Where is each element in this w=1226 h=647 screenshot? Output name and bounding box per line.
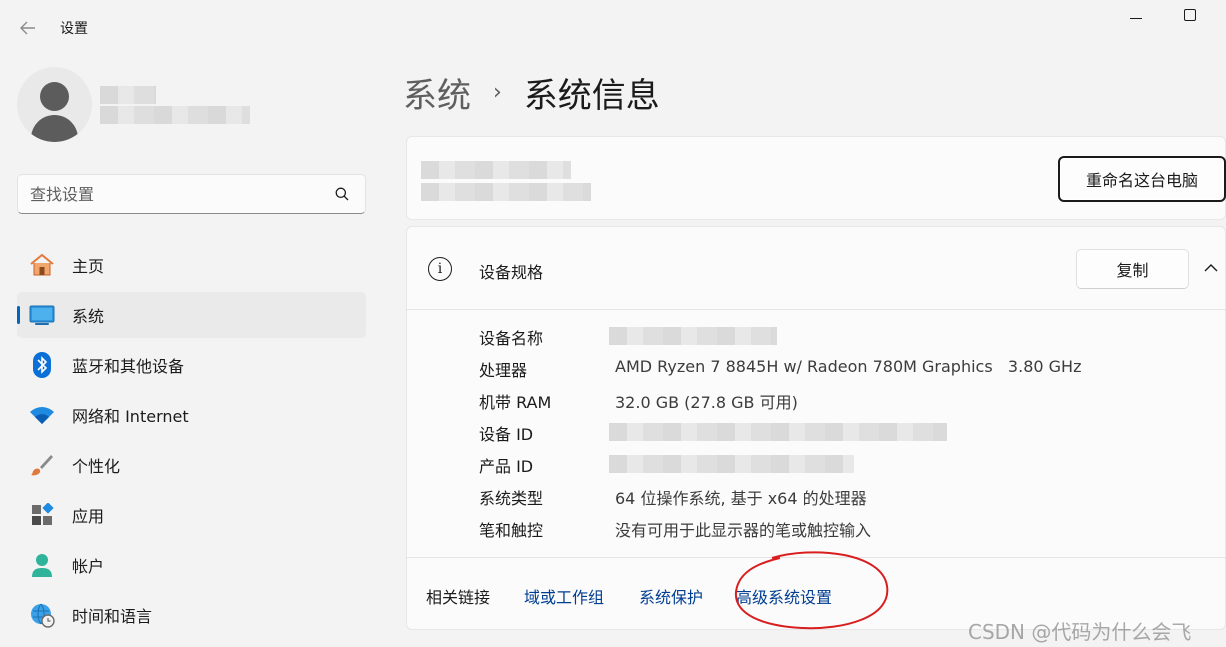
sidebar-item-label: 个性化	[72, 457, 121, 476]
search-input[interactable]	[30, 182, 330, 206]
sidebar-item-system[interactable]: 系统	[17, 292, 366, 338]
system-icon	[29, 303, 55, 327]
chevron-up-icon[interactable]	[1203, 260, 1219, 276]
pc-name-redacted	[421, 161, 571, 179]
spec-label: 系统类型	[479, 489, 544, 508]
spec-label: 设备名称	[479, 329, 544, 348]
sidebar-item-accounts[interactable]: 帐户	[17, 542, 366, 588]
minimize-icon[interactable]	[1128, 10, 1144, 26]
sidebar-item-time-language[interactable]: 时间和语言	[17, 592, 366, 638]
brush-icon	[29, 453, 55, 477]
sidebar-item-label: 网络和 Internet	[72, 407, 189, 426]
pc-model-redacted	[421, 183, 591, 201]
spec-row-processor: 处理器 AMD Ryzen 7 8845H w/ Radeon 780M Gra…	[479, 352, 1219, 384]
back-arrow-icon[interactable]	[14, 16, 42, 40]
spec-label: 处理器	[479, 361, 528, 380]
search-box[interactable]	[17, 174, 366, 214]
globe-clock-icon	[29, 603, 55, 628]
device-specs-list: 设备名称 处理器 AMD Ryzen 7 8845H w/ Radeon 780…	[479, 320, 1219, 544]
page-title: 系统信息	[523, 76, 660, 116]
spec-row-pen-touch: 笔和触控 没有可用于此显示器的笔或触控输入	[479, 512, 1219, 544]
sidebar-item-label: 主页	[72, 257, 105, 276]
title-bar: 设置	[0, 0, 1226, 56]
sidebar-item-home[interactable]: 主页	[17, 242, 366, 288]
device-specs-title: 设备规格	[479, 263, 544, 282]
watermark: CSDN @代码为什么会飞	[968, 620, 1192, 644]
sidebar-nav: 主页 系统 蓝牙和其他设备 网络和 Internet 个性化 应用 帐户 时间和…	[17, 242, 366, 642]
app-title: 设置	[60, 21, 88, 37]
wifi-icon	[29, 403, 55, 427]
sidebar-item-label: 时间和语言	[72, 607, 153, 626]
sidebar-item-bluetooth[interactable]: 蓝牙和其他设备	[17, 342, 366, 388]
spec-row-system-type: 系统类型 64 位操作系统, 基于 x64 的处理器	[479, 480, 1219, 512]
avatar-head	[40, 82, 69, 111]
rename-pc-button[interactable]: 重命名这台电脑	[1058, 156, 1226, 202]
avatar[interactable]	[17, 67, 92, 142]
advanced-system-settings-link[interactable]: 高级系统设置	[736, 584, 832, 608]
bluetooth-icon	[29, 352, 55, 378]
device-specs-header[interactable]: i 设备规格 复制	[406, 226, 1226, 310]
spec-row-product-id: 产品 ID	[479, 448, 1219, 480]
account-icon	[29, 553, 55, 577]
spec-row-device-name: 设备名称	[479, 320, 1219, 352]
spec-label: 笔和触控	[479, 521, 544, 540]
sidebar-item-label: 蓝牙和其他设备	[72, 357, 185, 376]
sidebar-item-personalization[interactable]: 个性化	[17, 442, 366, 488]
apps-icon	[29, 503, 55, 527]
user-name-redacted	[100, 86, 156, 104]
device-name-redacted	[609, 327, 777, 345]
spec-label: 产品 ID	[479, 457, 534, 476]
search-icon[interactable]	[335, 187, 349, 201]
avatar-body	[31, 115, 78, 142]
product-id-redacted	[609, 455, 854, 473]
sidebar-item-label: 帐户	[72, 557, 105, 576]
device-id-redacted	[609, 423, 947, 441]
spec-value: AMD Ryzen 7 8845H w/ Radeon 780M Graphic…	[615, 357, 1082, 376]
spec-label: 机带 RAM	[479, 393, 552, 412]
breadcrumb-parent[interactable]: 系统	[403, 68, 471, 117]
sidebar-item-label: 应用	[72, 507, 105, 526]
domain-workgroup-link[interactable]: 域或工作组	[524, 584, 604, 608]
info-icon: i	[428, 257, 452, 281]
home-icon	[29, 253, 55, 277]
spec-value: 64 位操作系统, 基于 x64 的处理器	[615, 489, 867, 508]
spec-value: 没有可用于此显示器的笔或触控输入	[615, 521, 872, 540]
spec-label: 设备 ID	[479, 425, 534, 444]
copy-button[interactable]: 复制	[1076, 249, 1189, 289]
system-protection-link[interactable]: 系统保护	[639, 584, 703, 608]
spec-row-device-id: 设备 ID	[479, 416, 1219, 448]
spec-row-ram: 机带 RAM 32.0 GB (27.8 GB 可用)	[479, 384, 1219, 416]
user-email-redacted	[100, 106, 250, 124]
spec-value: 32.0 GB (27.8 GB 可用)	[615, 393, 798, 412]
sidebar-item-network[interactable]: 网络和 Internet	[17, 392, 366, 438]
sidebar-item-apps[interactable]: 应用	[17, 492, 366, 538]
sidebar-item-label: 系统	[72, 307, 105, 326]
maximize-icon[interactable]	[1184, 9, 1196, 21]
related-links-label: 相关链接	[426, 588, 491, 607]
breadcrumb: 系统 › 系统信息	[403, 68, 660, 117]
breadcrumb-separator: ›	[493, 80, 502, 105]
